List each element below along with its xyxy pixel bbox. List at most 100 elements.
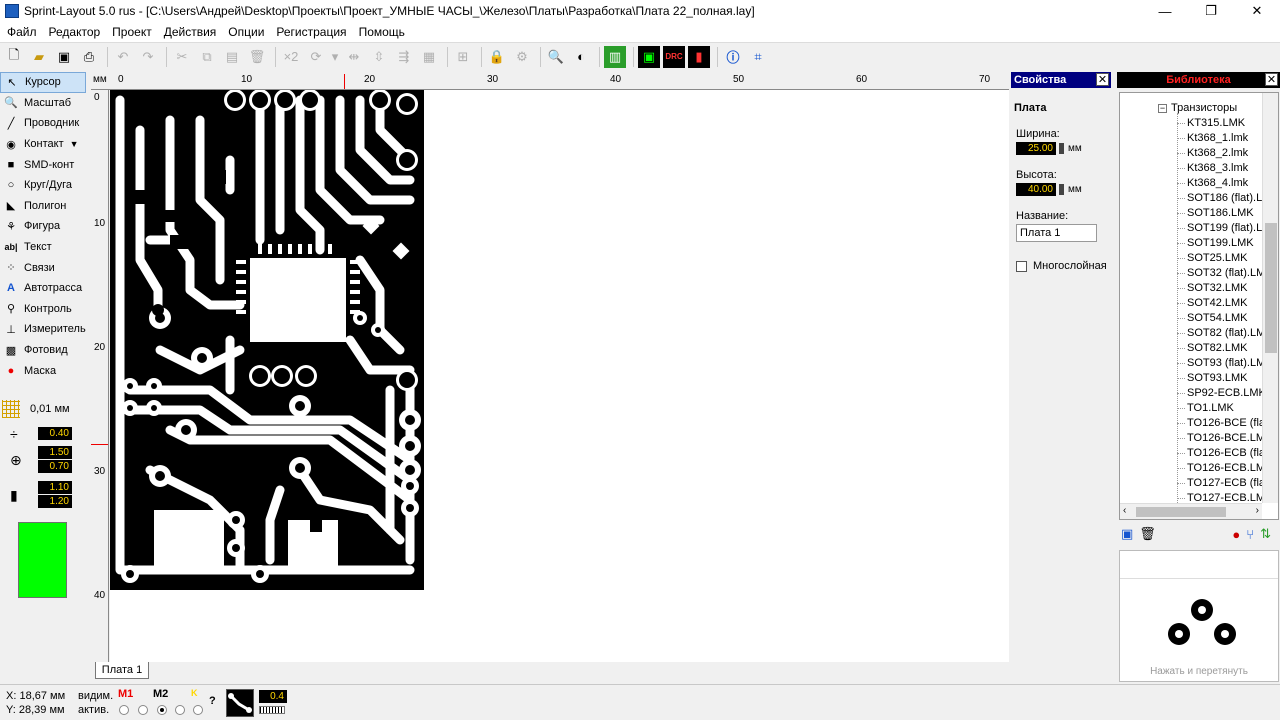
menu-file[interactable]: Файл [2,25,42,39]
tool-cursor[interactable]: ↖ Курсор [0,72,86,93]
library-item[interactable]: SOT25.LMK [1187,252,1248,264]
tool-pad[interactable]: ◉ Контакт ▼ [0,134,86,155]
tool-test[interactable]: ⚲ Контроль [0,299,86,320]
maximize-button[interactable]: ❐ [1188,0,1234,22]
chevron-down-icon[interactable]: ▾ [330,46,340,68]
copy-icon[interactable]: ⧉ [196,46,218,68]
tool-zoom[interactable]: 🔍 Масштаб [0,93,86,114]
collapse-icon[interactable]: − [1158,104,1167,113]
library-item[interactable]: SP92-ECB.LMK [1187,387,1266,399]
layer-color-swatch[interactable] [18,522,67,598]
library-item[interactable]: Kt368_2.lmk [1187,147,1248,159]
gerber-icon[interactable]: ▣ [638,45,660,68]
library-item[interactable]: TO126-BCE (flat) [1187,417,1272,429]
mirror-h-icon[interactable]: ⇹ [343,46,365,68]
library-item[interactable]: TO1.LMK [1187,402,1234,414]
library-item[interactable]: SOT32 (flat).LMK [1187,267,1273,279]
delete-icon[interactable]: 🗑 [246,46,268,68]
tool-track[interactable]: ╱ Проводник [0,113,86,134]
layer-radio-k2[interactable] [157,705,167,715]
transparency-icon[interactable]: ◐ [570,46,592,68]
tool-mask[interactable]: ● Маска [0,360,86,381]
menu-registration[interactable]: Регистрация [271,25,351,39]
library-item[interactable]: TO126-ECB (flat) [1187,447,1272,459]
align-icon[interactable]: ⇶ [393,46,415,68]
menu-options[interactable]: Опции [223,25,269,39]
library-item[interactable]: TO126-BCE.LMK [1187,432,1272,444]
save-icon[interactable]: ▣ [53,46,75,68]
close-icon[interactable]: ✕ [1096,73,1109,86]
pad-inner-value[interactable]: 0.70 [38,460,72,473]
smd-height-value[interactable]: 1.20 [38,495,72,508]
scroll-right-icon[interactable]: › [1256,505,1259,516]
board-name-input[interactable]: Плата 1 [1016,224,1097,242]
library-item[interactable]: SOT54.LMK [1187,312,1248,324]
library-item[interactable]: SOT93.LMK [1187,372,1248,384]
library-item[interactable]: TO126-ECB.LMK [1187,462,1272,474]
pad-outer-value[interactable]: 1.50 [38,446,72,459]
menu-edit[interactable]: Редактор [44,25,106,39]
autoroute-mode-icon[interactable] [226,689,254,717]
layer-k[interactable]: K [191,688,198,698]
scrollbar-thumb[interactable] [1136,507,1226,517]
board-width-input[interactable]: 25.00 [1016,142,1056,155]
minimize-button[interactable]: — [1142,0,1188,22]
multilayer-checkbox[interactable]: Многослойная [1016,260,1111,272]
smd-width-value[interactable]: 1.10 [38,481,72,494]
tool-text[interactable]: ab| Текст [0,237,86,258]
menu-actions[interactable]: Действия [159,25,222,39]
library-item[interactable]: TO127-ECB (flat) [1187,477,1272,489]
layer-radio-m1[interactable] [138,705,148,715]
library-tree[interactable]: − Транзисторы KT315.LMK Kt368_1.lmk Kt368_2… [1119,92,1279,520]
save-icon[interactable]: ▣ [1121,526,1133,542]
info-icon[interactable]: ⓘ [722,46,744,68]
tool-smd-pad[interactable]: ■ SMD-конт [0,154,86,175]
pcb-canvas[interactable] [110,90,1009,662]
pcb-board[interactable] [110,90,424,590]
tool-measure[interactable]: ⊥ Измеритель [0,319,86,340]
library-item[interactable]: Kt368_1.lmk [1187,132,1248,144]
print-icon[interactable]: ⎙ [78,46,100,68]
paste-icon[interactable]: ▤ [221,46,243,68]
new-file-icon[interactable]: 🗋 [3,46,25,68]
trash-icon[interactable]: 🗑 [1139,526,1156,542]
tab-board-1[interactable]: Плата 1 [95,662,149,679]
scrollbar-thumb[interactable] [1265,223,1277,353]
menu-project[interactable]: Проект [107,25,157,39]
library-item[interactable]: SOT199.LMK [1187,237,1254,249]
library-item[interactable]: SOT82 (flat).LMK [1187,327,1273,339]
tool-polygon[interactable]: ◣ Полигон [0,196,86,217]
library-item[interactable]: SOT199 (flat).LM [1187,222,1271,234]
lock-icon[interactable]: 🔒 [486,46,508,68]
help-icon[interactable]: ? [209,695,216,707]
library-item[interactable]: SOT82.LMK [1187,342,1248,354]
unlock-icon[interactable]: ⚙ [511,46,533,68]
cut-icon[interactable]: ✂ [171,46,193,68]
library-item[interactable]: SOT42.LMK [1187,297,1248,309]
width-spinner-icon[interactable] [1059,143,1064,154]
tool-photoview[interactable]: ▩ Фотовид [0,340,86,361]
scroll-left-icon[interactable]: ‹ [1123,505,1126,516]
library-item[interactable]: KT315.LMK [1187,117,1245,129]
library-item[interactable]: Kt368_3.lmk [1187,162,1248,174]
horizontal-scrollbar[interactable]: ‹ › [1120,503,1262,519]
close-button[interactable]: ✕ [1234,0,1280,22]
layer-m2[interactable]: M2 [153,688,168,700]
close-icon[interactable]: ✕ [1265,73,1278,86]
tool-circle[interactable]: ○ Круг/Дуга [0,175,86,196]
layer-radio-m2[interactable] [175,705,185,715]
tree-folder-transistors[interactable]: − Транзисторы [1158,102,1237,114]
mirror-v-icon[interactable]: ⇳ [368,46,390,68]
library-item[interactable]: SOT93 (flat).LMK [1187,357,1273,369]
redo-icon[interactable]: ↷ [137,46,159,68]
track-width-value[interactable]: 0.40 [38,427,72,440]
undo-icon[interactable]: ↶ [112,46,134,68]
component-icon[interactable]: ⊞ [452,46,474,68]
duplicate-button[interactable]: ×2 [280,46,302,68]
library-item[interactable]: Kt368_4.lmk [1187,177,1248,189]
tool-autoroute[interactable]: A Автотрасса [0,278,86,299]
filter-icon[interactable]: ⑂ [1246,527,1254,542]
vertical-scrollbar[interactable] [1262,93,1278,503]
menu-help[interactable]: Помощь [354,25,410,39]
record-icon[interactable]: ● [1232,527,1240,542]
